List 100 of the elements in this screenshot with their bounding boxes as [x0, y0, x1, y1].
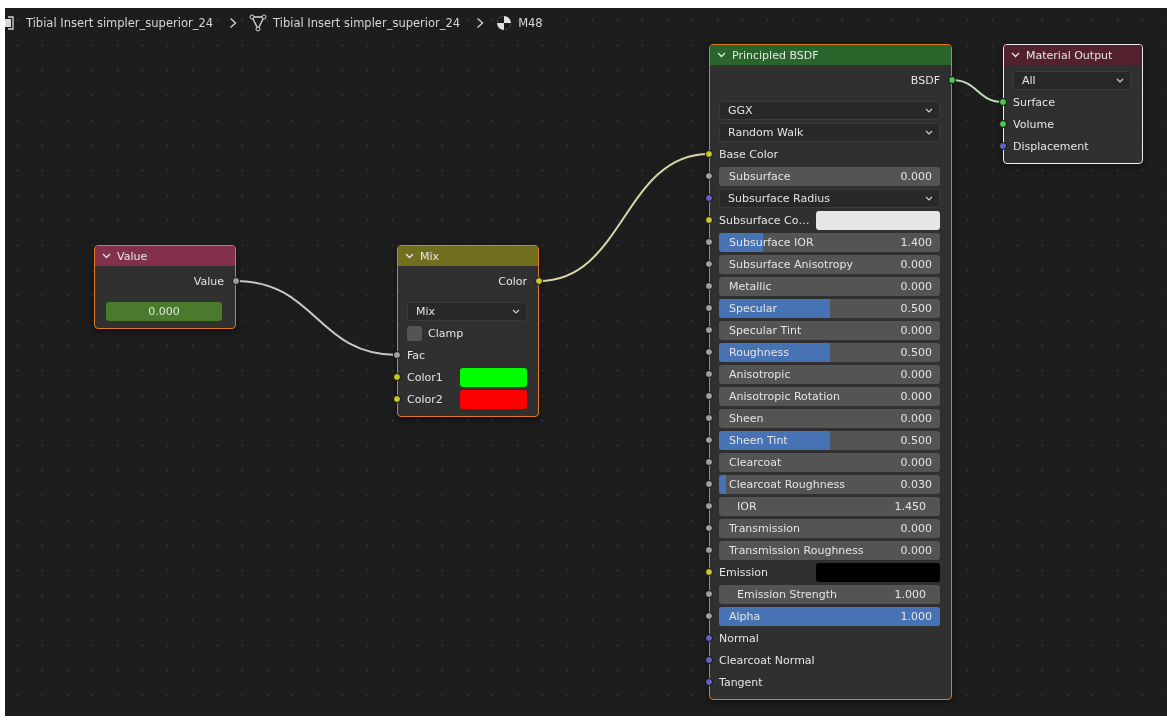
socket-dot[interactable]: [232, 277, 240, 285]
slider-field[interactable]: Metallic 0.000: [719, 276, 940, 296]
socket-dot[interactable]: [393, 373, 401, 381]
socket-dot[interactable]: [705, 524, 713, 532]
socket-dot[interactable]: [705, 392, 713, 400]
color-swatch[interactable]: [816, 562, 940, 582]
socket-label: Surface: [1013, 95, 1055, 109]
socket-dot[interactable]: [705, 590, 713, 598]
socket-dot[interactable]: [705, 216, 713, 224]
socket-dot[interactable]: [999, 120, 1007, 128]
slider-field[interactable]: Sheen Tint 0.500: [719, 430, 940, 450]
caret-icon: [1116, 77, 1124, 83]
socket-label: Color2: [407, 392, 444, 406]
socket-label: Base Color: [719, 147, 778, 161]
color-swatch[interactable]: [459, 367, 527, 387]
slider-field[interactable]: Specular Tint 0.000: [719, 320, 940, 340]
slider-field[interactable]: Sheen 0.000: [719, 408, 940, 428]
color-swatch[interactable]: [459, 389, 527, 409]
slider-field[interactable]: Alpha 1.000: [719, 606, 940, 626]
material-sphere-icon: [496, 15, 513, 31]
collapse-chevron-icon[interactable]: [717, 52, 726, 58]
socket-dot[interactable]: [705, 436, 713, 444]
dropdown[interactable]: All: [1013, 70, 1131, 90]
socket-dot[interactable]: [705, 238, 713, 246]
color-swatch[interactable]: [816, 210, 940, 230]
chevron-icon: [476, 17, 485, 29]
socket-dot[interactable]: [705, 546, 713, 554]
breadcrumb-item[interactable]: M48: [518, 16, 543, 30]
caret-icon: [925, 107, 933, 113]
socket-dot[interactable]: [705, 656, 713, 664]
collapse-chevron-icon[interactable]: [1011, 52, 1020, 58]
socket-dot[interactable]: [705, 326, 713, 334]
socket-label: Normal: [719, 631, 759, 645]
socket-dot[interactable]: [705, 480, 713, 488]
socket-dot[interactable]: [705, 678, 713, 686]
dropdown[interactable]: Subsurface Radius: [719, 188, 940, 208]
slider-field[interactable]: Subsurface Anisotropy 0.000: [719, 254, 940, 274]
checkbox-label: Clamp: [428, 326, 464, 340]
node-title: Mix: [420, 249, 440, 263]
checkbox[interactable]: [407, 325, 422, 341]
socket-dot[interactable]: [705, 612, 713, 620]
socket-dot[interactable]: [705, 260, 713, 268]
socket-label: Value: [193, 274, 224, 288]
mesh-icon: [249, 14, 268, 32]
caret-icon: [925, 129, 933, 135]
socket-dot[interactable]: [535, 277, 543, 285]
socket-dot[interactable]: [705, 568, 713, 576]
socket-dot[interactable]: [705, 194, 713, 202]
caret-icon: [925, 195, 933, 201]
node-header[interactable]: Principled BSDF: [710, 45, 951, 65]
node-title: Principled BSDF: [732, 48, 819, 62]
socket-dot[interactable]: [999, 142, 1007, 150]
socket-dot[interactable]: [705, 282, 713, 290]
socket-dot[interactable]: [393, 351, 401, 359]
value-field[interactable]: 0.000: [106, 301, 222, 321]
socket-dot[interactable]: [705, 370, 713, 378]
slider-field[interactable]: Specular 0.500: [719, 298, 940, 318]
socket-dot[interactable]: [705, 634, 713, 642]
socket-dot[interactable]: [705, 458, 713, 466]
slider-field[interactable]: Emission Strength 1.000: [719, 584, 940, 604]
socket-label: Subsurface Co…: [719, 213, 811, 227]
socket-dot[interactable]: [705, 150, 713, 158]
socket-label: Volume: [1013, 117, 1054, 131]
socket-dot[interactable]: [948, 76, 956, 84]
breadcrumb-item[interactable]: Tibial Insert simpler_superior_24: [273, 16, 461, 30]
socket-label: Fac: [407, 348, 426, 362]
node-title: Value: [117, 249, 148, 263]
slider-field[interactable]: Anisotropic Rotation 0.000: [719, 386, 940, 406]
socket-label: Tangent: [719, 675, 763, 689]
socket-label: Clearcoat Normal: [719, 653, 815, 667]
slider-field[interactable]: Roughness 0.500: [719, 342, 940, 362]
socket-dot[interactable]: [705, 348, 713, 356]
slider-field[interactable]: IOR 1.450: [719, 496, 940, 516]
socket-dot[interactable]: [393, 395, 401, 403]
node-header[interactable]: Material Output: [1004, 45, 1142, 65]
socket-dot[interactable]: [705, 304, 713, 312]
collapse-chevron-icon[interactable]: [102, 253, 111, 259]
node-header[interactable]: Value: [95, 246, 235, 266]
slider-field[interactable]: Clearcoat 0.000: [719, 452, 940, 472]
slider-field[interactable]: Clearcoat Roughness 0.030: [719, 474, 940, 494]
socket-label: Color1: [407, 370, 444, 384]
node-header[interactable]: Mix: [398, 246, 538, 266]
chevron-icon: [229, 17, 238, 29]
node-title: Material Output: [1026, 48, 1113, 62]
caret-icon: [512, 308, 520, 314]
slider-field[interactable]: Anisotropic 0.000: [719, 364, 940, 384]
socket-label: Color: [498, 274, 527, 288]
dropdown[interactable]: Random Walk: [719, 122, 940, 142]
socket-dot[interactable]: [705, 502, 713, 510]
dropdown[interactable]: Mix: [407, 301, 527, 321]
object-icon: [5, 16, 14, 30]
breadcrumb-item[interactable]: Tibial Insert simpler_superior_24: [26, 16, 214, 30]
socket-dot[interactable]: [705, 414, 713, 422]
slider-field[interactable]: Subsurface 0.000: [719, 166, 940, 186]
socket-dot[interactable]: [705, 172, 713, 180]
slider-field[interactable]: Transmission 0.000: [719, 518, 940, 538]
socket-dot[interactable]: [999, 98, 1007, 106]
slider-field[interactable]: Transmission Roughness 0.000: [719, 540, 940, 560]
socket-label: BSDF: [910, 73, 940, 87]
dropdown[interactable]: GGX: [719, 100, 940, 120]
